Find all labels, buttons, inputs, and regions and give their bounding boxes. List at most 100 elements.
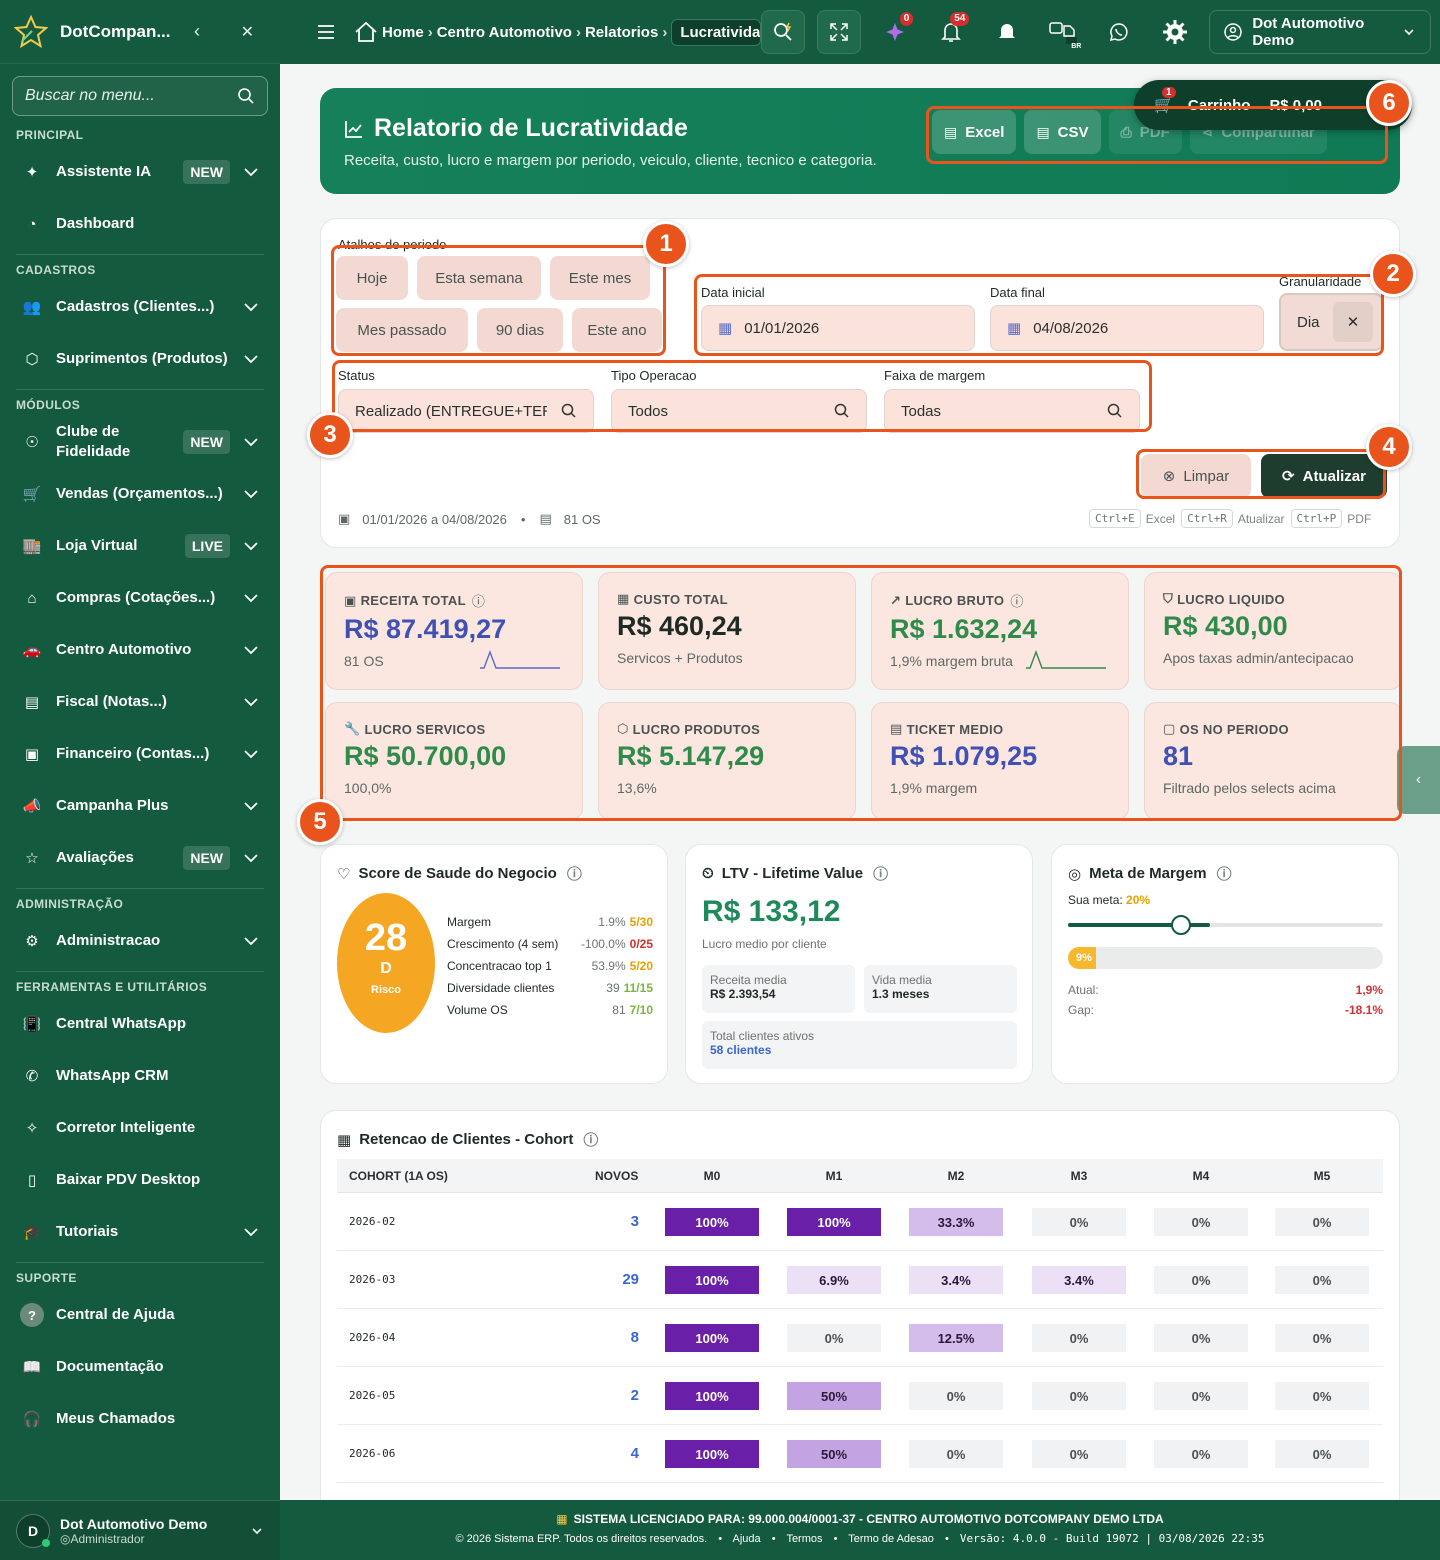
sidebar-item-compras-cota-es[interactable]: ⌂ Compras (Cotações...) (0, 572, 280, 624)
shortcut-90-dias[interactable]: 90 dias (477, 308, 563, 352)
vibrate-icon: 📳 (22, 1016, 42, 1033)
kpi-title: RECEITA TOTAL (360, 593, 466, 608)
settings-button[interactable] (1153, 10, 1197, 54)
annotation-badge-5: 5 (297, 799, 343, 845)
sidebar-user[interactable]: D Dot Automotivo Demo ◎Administrador (0, 1500, 280, 1560)
home-icon[interactable] (354, 21, 378, 43)
health-metric-row: Volume OS 81 7/10 (447, 999, 653, 1021)
health-metric-label: Volume OS (447, 1003, 508, 1017)
ltv-clients-value[interactable]: 58 clientes (710, 1043, 1009, 1057)
ai-sparkle-button[interactable]: 0 (873, 10, 917, 54)
translate-icon (1049, 22, 1078, 44)
health-metric-label: Margem (447, 915, 492, 929)
sidebar-item-label: Dashboard (56, 215, 135, 232)
margin-progress-fill: 9% (1068, 947, 1097, 969)
kpi-title-row: ⬡ LUCRO PRODUTOS (617, 721, 837, 737)
fullscreen-button[interactable] (817, 10, 862, 54)
goal-slider-thumb[interactable] (1171, 915, 1192, 935)
sidebar-item-centro-automotivo[interactable]: 🚗 Centro Automotivo (0, 624, 280, 676)
sidebar-section-header: FERRAMENTAS E UTILITÁRIOS (16, 980, 208, 994)
refresh-button[interactable]: ⟳ Atualizar (1261, 454, 1387, 498)
sidebar-divider (16, 971, 264, 972)
chart-line-icon (345, 120, 362, 138)
menu-search-input[interactable]: Buscar no menu... (12, 76, 268, 116)
sidebar-item-vendas-or-amentos[interactable]: 🛒 Vendas (Orçamentos...) (0, 468, 280, 520)
close-icon[interactable]: ✕ (1333, 302, 1373, 342)
info-icon[interactable]: ⓘ (583, 1129, 598, 1150)
margin-range-select[interactable]: Todas (884, 389, 1140, 433)
shortcut-mes-passado[interactable]: Mes passado (336, 308, 468, 352)
language-button[interactable]: BR (1041, 10, 1085, 54)
notifications-button[interactable]: 54 (929, 10, 973, 54)
info-icon[interactable]: ⓘ (873, 863, 888, 884)
sidebar-item-campanha-plus[interactable]: 📣 Campanha Plus (0, 780, 280, 832)
shortcut-esta-semana[interactable]: Esta semana (417, 256, 541, 300)
granularity-label: Granularidade (1279, 274, 1362, 289)
health-score-value: 28 (364, 917, 408, 959)
sidebar-item-avalia-es[interactable]: ☆ Avaliações NEW (0, 832, 280, 884)
hamburger-icon[interactable] (316, 24, 336, 40)
status-select[interactable]: Realizado (ENTREGUE+TERM (338, 389, 594, 433)
footer-link-ajuda[interactable]: Ajuda (733, 1533, 761, 1545)
sidebar-item-corretor-inteligente[interactable]: ✧ Corretor Inteligente (0, 1102, 280, 1154)
goal-slider[interactable] (1068, 915, 1383, 935)
kpi-card: ▢ OS NO PERIODO 81 Filtrado pelos selects a… (1144, 702, 1402, 820)
sidebar-item-financeiro-contas[interactable]: ▣ Financeiro (Contas...) (0, 728, 280, 780)
info-icon[interactable]: ⓘ (472, 591, 485, 610)
breadcrumb-centro[interactable]: Centro Automotivo (437, 24, 572, 41)
ltv-value: R$ 133,12 (702, 895, 841, 928)
shortcut-hoje[interactable]: Hoje (336, 256, 408, 300)
cohort-cell: 0% (1032, 1324, 1126, 1352)
clear-button[interactable]: ⊗ Limpar (1141, 454, 1251, 498)
sidebar-item-assistente-ia[interactable]: ✦ Assistente IA NEW (0, 146, 280, 198)
sidebar-item-whatsapp-crm[interactable]: ✆ WhatsApp CRM (0, 1050, 280, 1102)
op-type-select[interactable]: Todos (611, 389, 867, 433)
box-icon: ⬡ (617, 721, 629, 736)
breadcrumb-home[interactable]: Home (382, 24, 424, 41)
shortcut-este-mes[interactable]: Este mes (550, 256, 650, 300)
sidebar-item-cadastros-clientes[interactable]: 👥 Cadastros (Clientes...) (0, 281, 280, 333)
sidebar-item-tutoriais[interactable]: 🎓 Tutoriais (0, 1206, 280, 1258)
sidebar-item-documenta-o[interactable]: 📖 Documentação (0, 1341, 280, 1393)
cart-icon: 🛒 1 (1154, 87, 1176, 114)
quick-search-button[interactable] (761, 10, 806, 54)
info-icon[interactable]: ⓘ (1010, 591, 1023, 610)
shortcuts-label: Atalhos de periodo (338, 237, 447, 252)
refresh-icon: ⟳ (1282, 468, 1295, 485)
date-start-value: 01/01/2026 (744, 319, 820, 337)
cohort-title-text: Retencao de Clientes - Cohort (359, 1131, 574, 1148)
granularity-select[interactable]: Dia ✕ (1279, 293, 1383, 351)
side-drawer-toggle[interactable]: ‹ (1397, 746, 1440, 814)
collapse-sidebar-icon[interactable]: ‹ (194, 21, 200, 42)
sidebar-item-meus-chamados[interactable]: 🎧 Meus Chamados (0, 1393, 280, 1445)
user-menu-button[interactable]: Dot Automotivo Demo (1209, 10, 1432, 54)
table-row: 2026-03 29 100% 6.9% 3.4% 3.4% 0% 0% (337, 1251, 1383, 1309)
whatsapp-button[interactable] (1097, 10, 1141, 54)
sidebar-item-central-whatsapp[interactable]: 📳 Central WhatsApp (0, 998, 280, 1050)
sidebar-item-central-de-ajuda[interactable]: ? Central de Ajuda (0, 1289, 280, 1341)
shortcut-este-ano[interactable]: Este ano (572, 308, 662, 352)
health-metric-value: -100.0% (580, 937, 626, 951)
date-start-input[interactable]: ▦ 01/01/2026 (701, 305, 975, 351)
breadcrumb-relatorios[interactable]: Relatorios (585, 24, 658, 41)
footer-link-termos[interactable]: Termos (786, 1533, 822, 1545)
sidebar-user-info: Dot Automotivo Demo ◎Administrador (60, 1516, 250, 1546)
close-icon[interactable]: ✕ (241, 22, 254, 42)
info-icon[interactable]: ⓘ (567, 863, 582, 884)
sidebar-item-fiscal-notas[interactable]: ▤ Fiscal (Notas...) (0, 676, 280, 728)
sidebar-item-administracao[interactable]: ⚙ Administracao (0, 915, 280, 967)
chevron-down-icon (1404, 29, 1414, 36)
excel-button[interactable]: ▤ Excel (932, 110, 1017, 154)
date-end-input[interactable]: ▦ 04/08/2026 (990, 305, 1264, 351)
excel-label: Excel (965, 123, 1005, 141)
csv-button[interactable]: ▤ CSV (1024, 110, 1101, 154)
info-icon[interactable]: ⓘ (1217, 863, 1232, 884)
sidebar-item-suprimentos-produtos[interactable]: ⬡ Suprimentos (Produtos) (0, 333, 280, 385)
calendar-icon: ▦ (718, 320, 733, 337)
sidebar-item-baixar-pdv-desktop[interactable]: ▯ Baixar PDV Desktop (0, 1154, 280, 1206)
footer-link-adesao[interactable]: Termo de Adesao (848, 1533, 934, 1545)
sidebar-item-clube-de-fidelidade[interactable]: ☉ Clube de Fidelidade NEW (0, 416, 280, 468)
sidebar-item-loja-virtual[interactable]: 🏬 Loja Virtual LIVE (0, 520, 280, 572)
sidebar-item-dashboard[interactable]: ◔ Dashboard (0, 198, 280, 250)
alerts-button[interactable] (985, 10, 1029, 54)
